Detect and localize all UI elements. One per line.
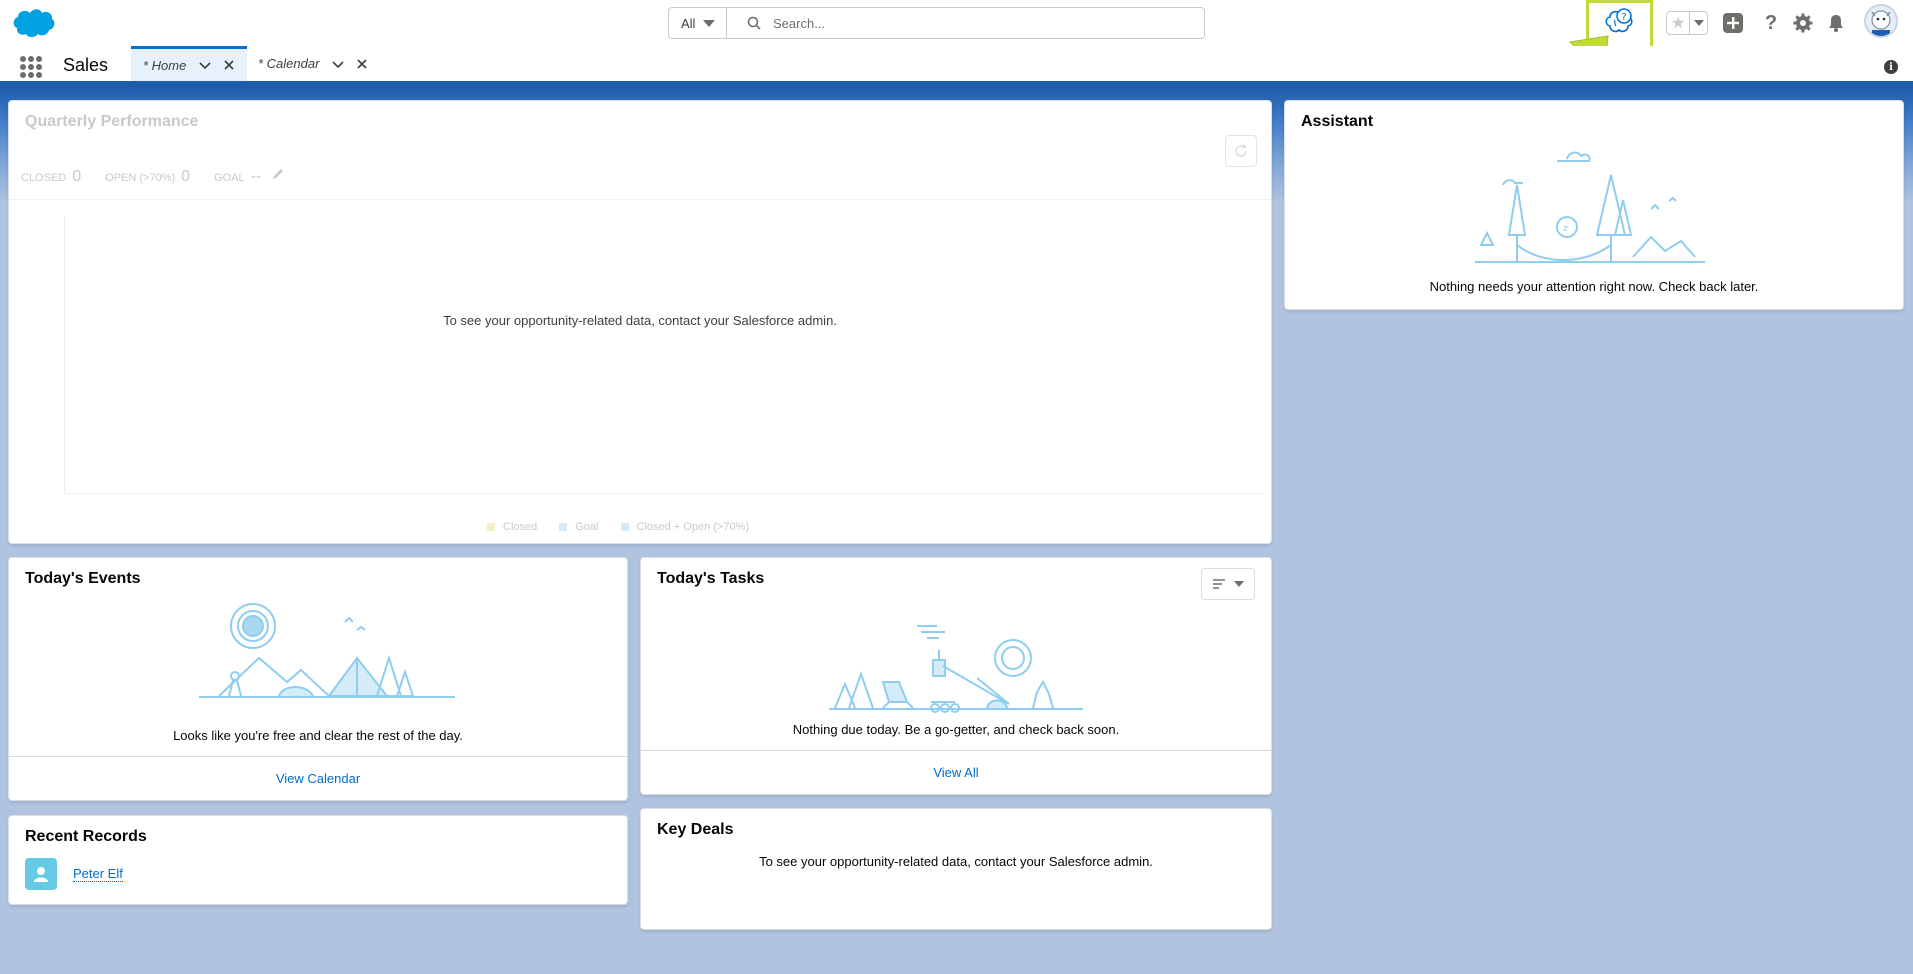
legend-swatch [559, 523, 568, 531]
performance-chart-area [64, 216, 1264, 494]
stat-value: 0 [72, 168, 82, 185]
search-icon [747, 16, 761, 30]
tab-calendar[interactable]: * Calendar [258, 46, 378, 81]
svg-text:z: z [1563, 224, 1568, 234]
sort-lines-icon [1213, 579, 1225, 589]
chevron-down-icon[interactable] [331, 57, 345, 71]
search-scope-label: All [681, 15, 696, 31]
global-actions-icon[interactable] [1721, 11, 1745, 35]
app-nav-bar: Sales * Home * Calendar i [0, 46, 1913, 84]
legend-swatch [620, 523, 629, 531]
chart-legend: Closed Goal Closed + Open (>70%) [487, 521, 749, 533]
camping-illustration [199, 603, 455, 698]
setup-gear-icon[interactable] [1791, 11, 1815, 35]
card-title: Today's Events [25, 570, 141, 587]
search-input[interactable] [773, 15, 1173, 31]
tab-home[interactable]: * Home [131, 46, 247, 81]
task-filter-menu-button[interactable] [1201, 568, 1255, 600]
legend-label: Closed + Open (>70%) [636, 521, 750, 533]
global-search: All [668, 7, 1205, 39]
view-calendar-link[interactable]: View Calendar [9, 756, 627, 800]
card-title: Recent Records [25, 828, 147, 845]
performance-stats: CLOSED 0 OPEN (>70%) 0 GOAL -- [21, 167, 285, 186]
stat-value: 0 [181, 168, 191, 185]
tasks-empty-message: Nothing due today. Be a go-getter, and c… [792, 722, 1120, 737]
quarterly-performance-card: Quarterly Performance CLOSED 0 OPEN (>70… [8, 100, 1272, 544]
stat-label: OPEN (>70%) [105, 172, 176, 184]
favorites-star-icon[interactable]: ★ [1667, 12, 1691, 34]
chevron-down-icon[interactable] [198, 58, 212, 72]
todays-events-card: Today's Events Looks like you're free an… [8, 557, 628, 801]
assistant-empty-message: Nothing needs your attention right now. … [1429, 279, 1759, 294]
events-empty-message: Looks like you're free and clear the res… [173, 728, 463, 743]
notifications-bell-icon[interactable] [1824, 11, 1848, 35]
legend-label: Goal [575, 521, 599, 533]
stat-label: CLOSED [21, 172, 67, 184]
card-title: Key Deals [657, 821, 734, 838]
card-title: Quarterly Performance [25, 113, 199, 130]
close-icon[interactable] [355, 57, 369, 71]
help-icon[interactable]: ? [1759, 11, 1783, 35]
legend-label: Closed [503, 521, 538, 533]
legend-item-goal: Goal [559, 521, 599, 533]
key-deals-card: Key Deals To see your opportunity-relate… [640, 808, 1272, 930]
app-launcher-icon[interactable] [20, 56, 42, 78]
app-name: Sales [63, 55, 109, 75]
favorites-group: ★ [1666, 11, 1708, 35]
chevron-down-icon [1234, 581, 1244, 587]
tab-label: * Home [143, 57, 187, 73]
view-all-tasks-link[interactable]: View All [641, 750, 1271, 794]
refresh-icon [1235, 144, 1247, 157]
stat-value: -- [250, 168, 262, 185]
record-link[interactable]: Peter Elf [73, 866, 123, 882]
campsite-chair-illustration [829, 625, 1083, 713]
info-icon[interactable]: i [1884, 60, 1898, 74]
salesforce-logo[interactable] [12, 7, 56, 39]
legend-item-closed: Closed [487, 521, 537, 533]
favorites-list-button[interactable] [1690, 12, 1707, 34]
card-title: Assistant [1301, 113, 1374, 130]
list-item: Peter Elf [25, 858, 123, 890]
user-avatar[interactable] [1864, 4, 1898, 38]
card-title: Today's Tasks [657, 570, 765, 587]
legend-swatch [487, 523, 495, 531]
hammock-illustration: z [1475, 151, 1705, 263]
chevron-down-icon [1693, 20, 1704, 26]
chevron-down-icon [703, 19, 716, 27]
key-deals-empty-message: To see your opportunity-related data, co… [759, 854, 1153, 869]
global-header: All ? ★ ? [0, 0, 1913, 60]
tab-label: * Calendar [258, 56, 320, 71]
divider [9, 199, 1271, 200]
chart-empty-message: To see your opportunity-related data, co… [443, 313, 837, 328]
refresh-button[interactable] [1225, 135, 1257, 167]
search-scope-dropdown[interactable]: All [669, 8, 727, 38]
contact-icon [25, 858, 57, 890]
stat-label: GOAL [214, 172, 245, 184]
legend-item-closed-open: Closed + Open (>70%) [620, 521, 750, 533]
assistant-card: Assistant z Nothing needs your attention… [1284, 100, 1904, 310]
todays-tasks-card: Today's Tasks Nothing due today. Be a go… [640, 557, 1272, 795]
close-icon[interactable] [222, 58, 236, 72]
svg-text:?: ? [1621, 12, 1626, 23]
recent-records-card: Recent Records Peter Elf [8, 815, 628, 905]
edit-goal-pencil-icon[interactable] [271, 167, 285, 181]
